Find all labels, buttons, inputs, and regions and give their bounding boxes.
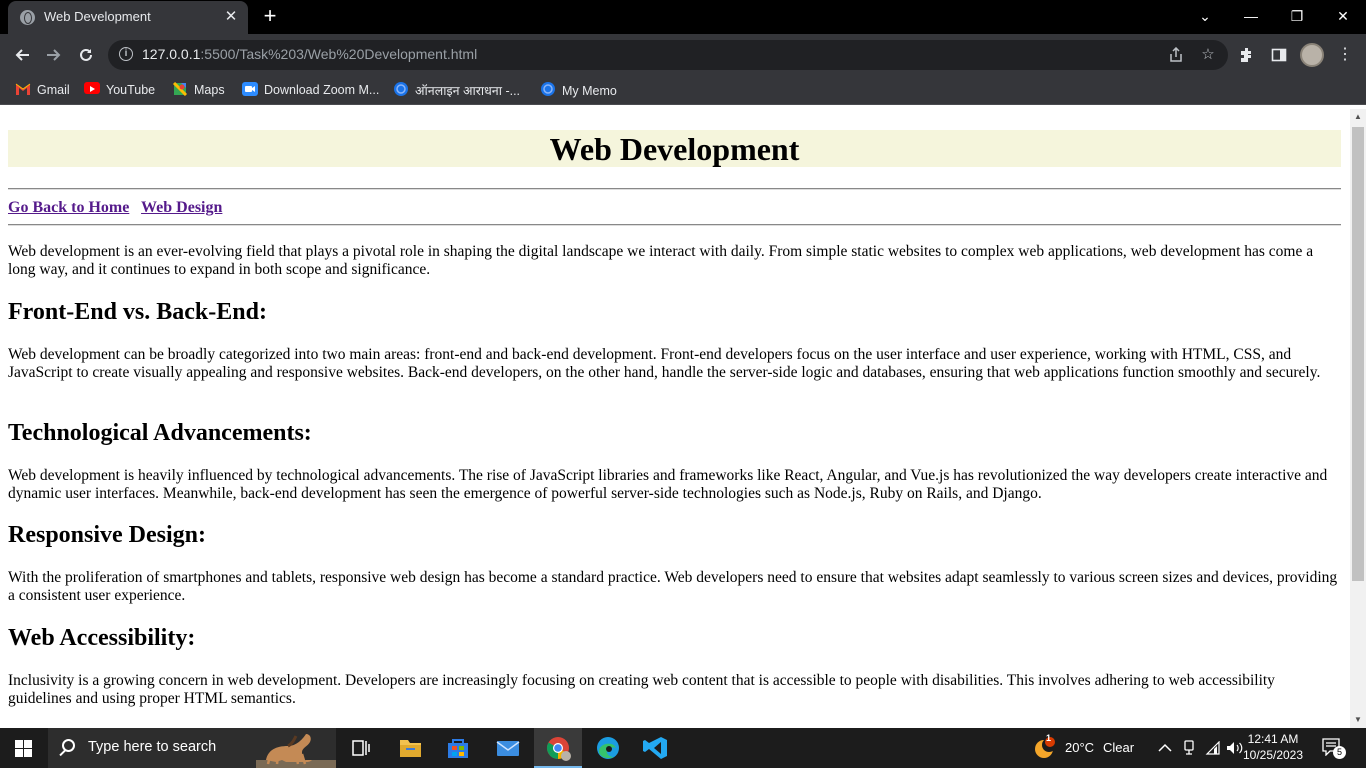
weather-condition[interactable]: Clear [1103, 740, 1134, 755]
chrome-icon [547, 737, 571, 761]
menu-kebab-icon[interactable]: ⋮ [1332, 42, 1358, 68]
task-view-icon [352, 740, 370, 756]
bookmark-label: ऑनलाइन आराधना -... [415, 84, 521, 98]
network-icon[interactable] [1204, 739, 1222, 757]
divider [8, 188, 1341, 190]
notification-count-badge: 5 [1333, 746, 1346, 759]
scroll-thumb[interactable] [1352, 127, 1364, 581]
device-icon[interactable] [1180, 739, 1198, 757]
weather-temperature[interactable]: 20°C [1065, 740, 1094, 755]
store-button[interactable] [434, 728, 482, 768]
bookmark-label: My Memo [562, 84, 617, 98]
scroll-down-arrow-icon[interactable]: ▼ [1350, 712, 1366, 728]
section-heading: Front-End vs. Back-End: [8, 299, 267, 325]
maps-icon [172, 81, 188, 97]
browser-toolbar: i 127.0.0.1:5500/Task%203/Web%20Developm… [0, 34, 1366, 76]
section-paragraph: With the proliferation of smartphones an… [8, 569, 1338, 604]
windows-logo-icon [15, 740, 32, 757]
taskbar: Type here to search 1 20°C Clear 12:41 A… [0, 728, 1366, 768]
scroll-up-arrow-icon[interactable]: ▲ [1350, 109, 1366, 125]
new-tab-button[interactable]: + [258, 5, 282, 28]
bookmark-star-icon[interactable]: ☆ [1197, 44, 1219, 66]
restore-button[interactable]: ❐ [1274, 2, 1320, 30]
store-icon [448, 739, 468, 758]
section-heading: Technological Advancements: [8, 420, 312, 446]
forward-arrow-icon[interactable] [40, 41, 68, 69]
file-explorer-button[interactable] [386, 728, 434, 768]
bookmark-gmail[interactable]: Gmail [15, 81, 70, 101]
vscode-button[interactable] [632, 728, 680, 768]
back-arrow-icon[interactable] [8, 41, 36, 69]
close-tab-button[interactable]: ✕ [222, 8, 240, 26]
bookmark-maps[interactable]: Maps [172, 81, 225, 101]
vertical-scrollbar[interactable]: ▲ ▼ [1350, 109, 1366, 728]
section-heading: Web Accessibility: [8, 625, 196, 651]
edge-icon [597, 737, 619, 759]
globe-icon [20, 10, 35, 25]
tab-title: Web Development [44, 9, 151, 24]
bookmarks-bar: Gmail YouTube Maps Download Zoom M... ऑन… [0, 76, 1366, 105]
search-icon [62, 739, 75, 752]
tab-search-dropdown-icon[interactable]: ⌄ [1182, 2, 1228, 30]
task-view-button[interactable] [336, 728, 384, 768]
search-placeholder: Type here to search [88, 739, 217, 755]
globe-icon [393, 81, 409, 96]
section-paragraph: Web development can be broadly categoriz… [8, 346, 1321, 381]
bookmark-youtube[interactable]: YouTube [84, 81, 155, 101]
clock-time: 12:41 AM [1247, 732, 1299, 746]
section-paragraph: Inclusivity is a growing concern in web … [8, 672, 1275, 707]
profile-avatar[interactable] [1300, 43, 1324, 67]
divider [8, 224, 1341, 226]
address-bar[interactable]: i 127.0.0.1:5500/Task%203/Web%20Developm… [108, 40, 1228, 70]
youtube-icon [84, 82, 100, 94]
go-back-home-link[interactable]: Go Back to Home [8, 199, 129, 216]
gmail-icon [15, 82, 31, 96]
section-paragraph: Web development is heavily influenced by… [8, 467, 1328, 502]
minimize-button[interactable]: — [1228, 2, 1274, 30]
url-host: 127.0.0.1 [142, 46, 201, 62]
chrome-taskbar-button[interactable] [534, 728, 582, 768]
bookmark-label: Gmail [37, 83, 70, 97]
zoom-icon [242, 82, 258, 96]
bookmark-label: Download Zoom M... [264, 83, 380, 97]
notification-center-button[interactable]: 5 [1322, 738, 1346, 759]
site-info-icon[interactable]: i [119, 47, 133, 61]
globe-icon [540, 81, 556, 96]
bookmark-my-memo[interactable]: My Memo [540, 81, 617, 101]
chevron-up-icon[interactable] [1156, 739, 1174, 757]
start-button[interactable] [0, 728, 48, 768]
bookmark-label: YouTube [106, 83, 156, 97]
page-title: Web Development [8, 130, 1341, 167]
nav-links: Go Back to Home Web Design [8, 199, 230, 217]
weather-moon-icon[interactable] [1032, 736, 1058, 760]
reload-icon[interactable] [72, 41, 100, 69]
weather-badge: 1 [1046, 733, 1052, 743]
url-text[interactable]: 127.0.0.1:5500/Task%203/Web%20Developmen… [142, 46, 477, 62]
system-clock[interactable]: 12:41 AM 10/25/2023 [1240, 731, 1306, 763]
url-path: :5500/Task%203/Web%20Development.html [200, 46, 478, 62]
folder-icon [400, 740, 421, 757]
extensions-icon[interactable] [1234, 42, 1260, 68]
bookmark-label: Maps [194, 83, 225, 97]
search-highlight-horse-icon [256, 734, 336, 768]
bookmark-online-aradhana[interactable]: ऑनलाइन आराधना -... [393, 81, 520, 101]
edge-button[interactable] [584, 728, 632, 768]
clock-date: 10/25/2023 [1242, 748, 1304, 762]
browser-tab[interactable]: Web Development ✕ [8, 1, 248, 34]
web-design-link[interactable]: Web Design [141, 199, 222, 216]
mail-button[interactable] [484, 728, 532, 768]
intro-paragraph: Web development is an ever-evolving fiel… [8, 243, 1314, 278]
close-window-button[interactable]: ✕ [1320, 2, 1366, 30]
tab-strip: Web Development ✕ + ⌄ — ❐ ✕ [0, 0, 1366, 34]
share-icon[interactable] [1165, 44, 1187, 66]
taskbar-search[interactable]: Type here to search [48, 728, 336, 768]
section-heading: Responsive Design: [8, 522, 207, 548]
vscode-icon [643, 737, 667, 759]
bookmark-zoom[interactable]: Download Zoom M... [242, 81, 379, 101]
page-viewport: Web Development Go Back to Home Web Desi… [0, 109, 1350, 728]
mail-icon [496, 741, 520, 756]
side-panel-icon[interactable] [1266, 42, 1292, 68]
